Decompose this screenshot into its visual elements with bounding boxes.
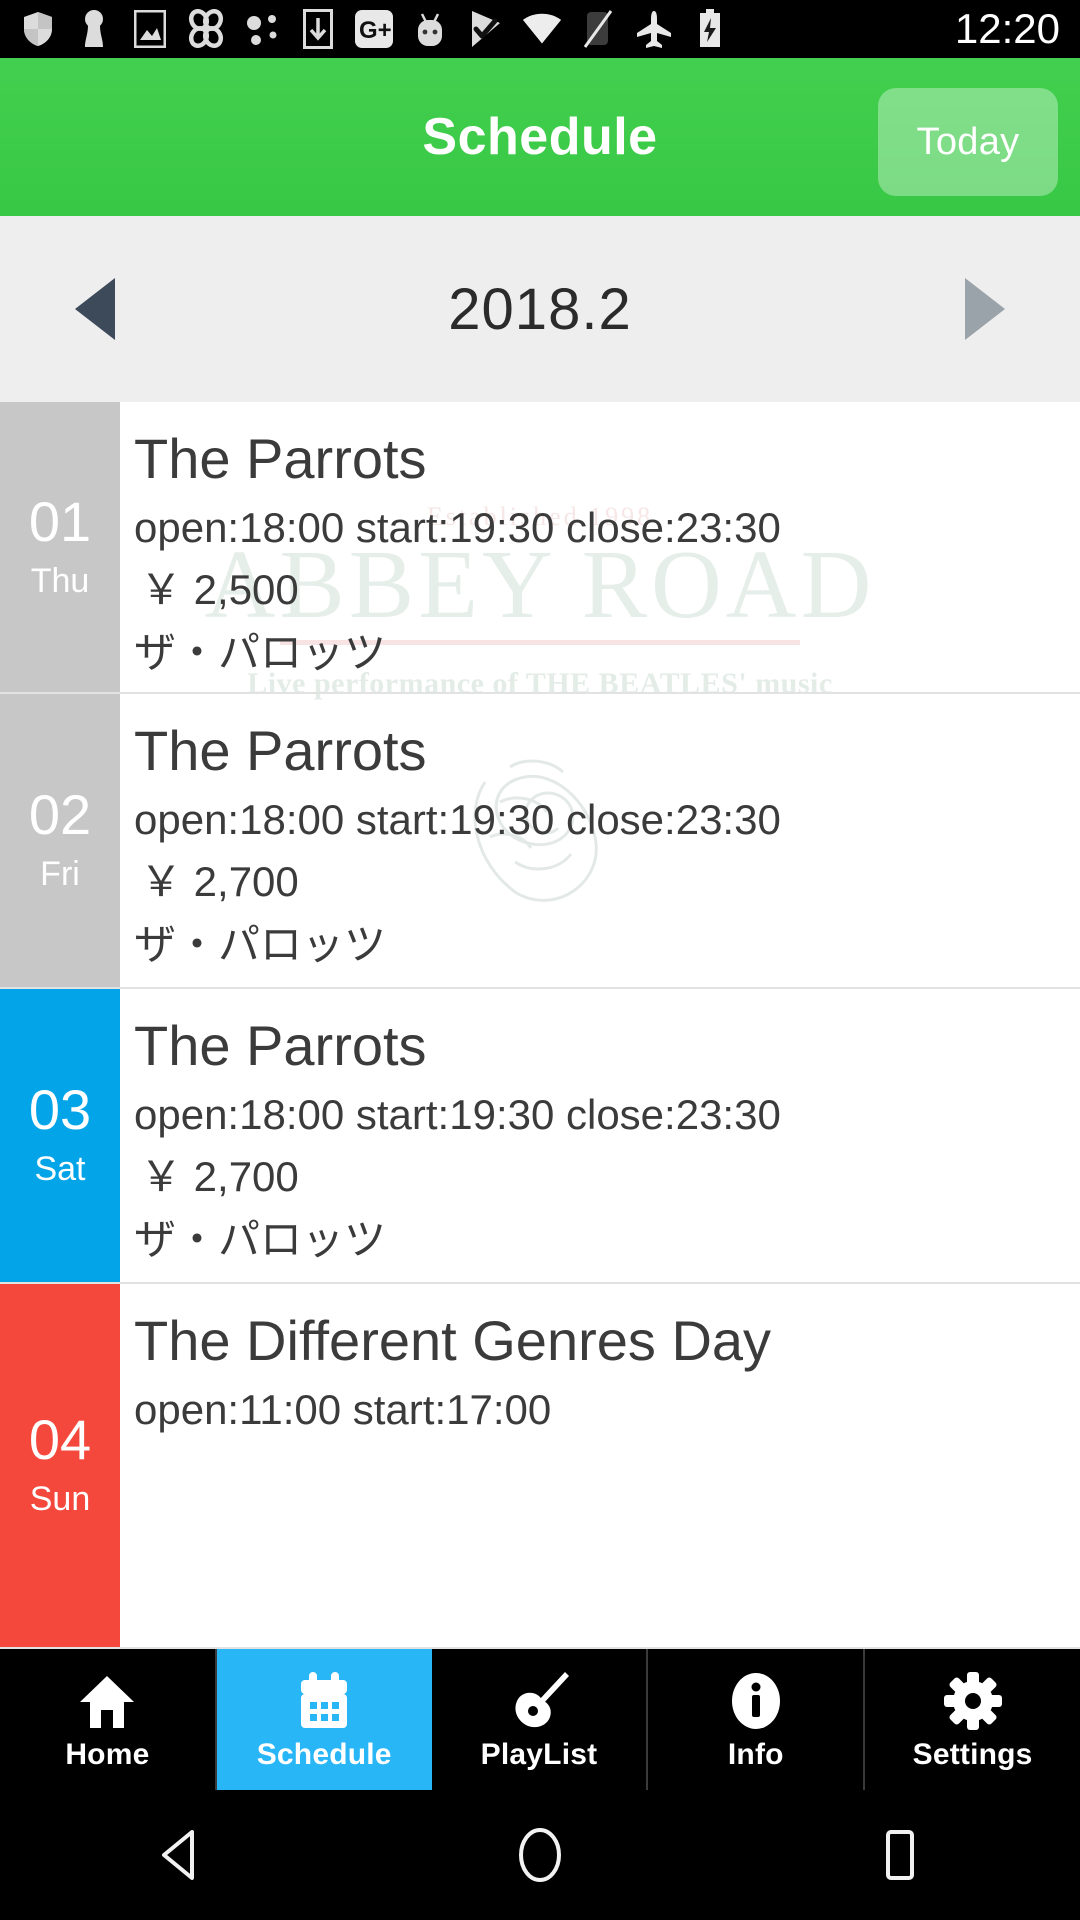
event-time: open:18:00 start:19:30 close:23:30	[134, 504, 781, 552]
event-title: The Different Genres Day	[134, 1309, 772, 1372]
phone-screen: G+ 12:20 Schedule Today 2018.2 Establish…	[0, 0, 1080, 1920]
date-cell: 02 Fri	[0, 694, 120, 987]
event-name-jp: ザ・パロッツ	[134, 628, 387, 676]
prev-month-button[interactable]	[0, 216, 190, 402]
airplane-icon	[634, 8, 674, 50]
date-day-number: 03	[28, 1078, 92, 1141]
table-row[interactable]: 03 Sat The Parrots open:18:00 start:19:30 c…	[0, 989, 1080, 1284]
download-icon	[298, 8, 338, 50]
event-time: open:18:00 start:19:30 close:23:30	[134, 796, 781, 844]
tab-home[interactable]: Home	[0, 1649, 217, 1790]
tab-settings[interactable]: Settings	[865, 1649, 1080, 1790]
svg-text:G+: G+	[359, 17, 392, 44]
date-weekday: Thu	[30, 561, 90, 600]
tab-schedule-label: Schedule	[256, 1737, 392, 1771]
date-cell: 04 Sun	[0, 1284, 120, 1647]
chevron-left-icon	[75, 278, 115, 340]
calendar-icon	[297, 1668, 351, 1730]
event-cell: The Parrots open:18:00 start:19:30 close:…	[120, 402, 1080, 692]
event-price: ￥ 2,700	[140, 858, 299, 906]
tab-settings-label: Settings	[912, 1737, 1033, 1771]
event-cell: The Different Genres Day open:11:00 start…	[120, 1284, 1080, 1647]
info-icon	[729, 1668, 783, 1730]
today-button[interactable]: Today	[878, 88, 1058, 196]
recents-square-icon[interactable]	[720, 1829, 1080, 1881]
table-row[interactable]: 04 Sun The Different Genres Day open:11:00 …	[0, 1284, 1080, 1649]
event-price: ￥ 2,700	[140, 1153, 299, 1201]
month-navigator: 2018.2	[0, 216, 1080, 402]
event-name-jp: ザ・パロッツ	[134, 1215, 387, 1263]
date-weekday: Sat	[34, 1150, 86, 1188]
gear-icon	[943, 1668, 1002, 1730]
tab-info[interactable]: Info	[648, 1649, 866, 1790]
event-name-jp: ザ・パロッツ	[134, 920, 387, 968]
event-cell: The Parrots open:18:00 start:19:30 close:…	[120, 694, 1080, 987]
back-icon[interactable]	[0, 1829, 360, 1881]
pinwheel-icon	[186, 8, 226, 50]
date-day-number: 02	[28, 783, 92, 846]
table-row[interactable]: 02 Fri The Parrots open:18:00 start:19:30 c…	[0, 694, 1080, 989]
tab-info-label: Info	[727, 1737, 784, 1771]
battery-charging-icon	[690, 8, 730, 50]
keyhole-icon	[74, 8, 114, 50]
photo-icon	[130, 8, 170, 50]
event-title: The Parrots	[134, 427, 427, 490]
date-day-number: 01	[28, 489, 92, 553]
android-navigation-bar	[0, 1790, 1080, 1920]
checkmark-flag-icon	[466, 8, 506, 50]
android-icon	[410, 8, 450, 50]
tab-playlist[interactable]: PlayList	[432, 1649, 649, 1790]
month-label: 2018.2	[448, 276, 632, 342]
home-icon	[78, 1668, 136, 1730]
date-cell: 03 Sat	[0, 989, 120, 1282]
dots-icon	[242, 8, 282, 50]
date-day-number: 04	[28, 1408, 92, 1471]
event-time: open:18:00 start:19:30 close:23:30	[134, 1091, 781, 1139]
status-bar: G+ 12:20	[0, 0, 1080, 58]
table-row[interactable]: 01 Thu The Parrots open:18:00 start:19:30 c…	[0, 402, 1080, 694]
date-weekday: Sun	[29, 1480, 91, 1518]
event-price: ￥ 2,500	[140, 566, 299, 614]
home-circle-icon[interactable]	[360, 1827, 720, 1883]
schedule-list[interactable]: Established 1998 ABBEY ROAD Live perform…	[0, 402, 1080, 1649]
next-month-button[interactable]	[890, 216, 1080, 402]
app-bar: Schedule Today	[0, 58, 1080, 216]
guitar-icon	[509, 1668, 569, 1730]
chevron-right-icon	[965, 278, 1005, 340]
tab-schedule[interactable]: Schedule	[216, 1649, 432, 1790]
date-cell: 01 Thu	[0, 402, 120, 692]
schedule-rows: 01 Thu The Parrots open:18:00 start:19:30 c…	[0, 402, 1080, 1649]
status-bar-icons: G+	[18, 8, 955, 50]
tab-playlist-label: PlayList	[480, 1737, 598, 1771]
wifi-icon	[522, 8, 562, 50]
shield-icon	[18, 8, 58, 50]
google-plus-icon: G+	[354, 8, 394, 50]
event-title: The Parrots	[134, 1014, 427, 1077]
event-title: The Parrots	[134, 719, 427, 782]
date-weekday: Fri	[40, 855, 80, 893]
event-time: open:11:00 start:17:00	[134, 1386, 552, 1434]
tab-home-label: Home	[65, 1737, 150, 1771]
bottom-tab-bar: Home Schedule PlayList Info Settings	[0, 1649, 1080, 1790]
status-bar-clock: 12:20	[954, 5, 1060, 52]
no-sim-icon	[578, 8, 618, 50]
event-cell: The Parrots open:18:00 start:19:30 close:…	[120, 989, 1080, 1282]
